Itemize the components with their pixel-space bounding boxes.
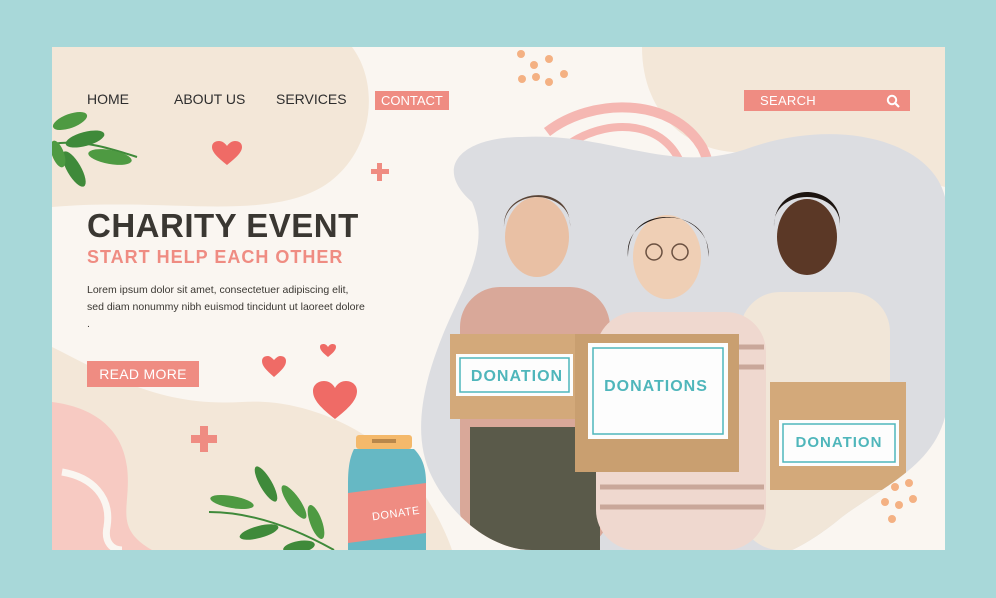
hero-title: CHARITY EVENT <box>87 207 359 244</box>
box-label-center: DONATIONS <box>604 378 708 395</box>
read-more-button[interactable]: READ MORE <box>87 361 199 387</box>
search-icon[interactable] <box>886 94 900 108</box>
nav-home[interactable]: HOME <box>87 91 129 107</box>
hero-subtitle: START HELP EACH OTHER <box>87 247 344 267</box>
search-label: SEARCH <box>760 93 816 108</box>
box-label-left: DONATION <box>471 368 563 385</box>
box-label-right: DONATION <box>796 434 883 451</box>
landing-page: DONATE DONATION DONATIONS DONATION HOME … <box>52 47 945 550</box>
nav-services[interactable]: SERVICES <box>276 91 347 107</box>
nav-about-us[interactable]: ABOUT US <box>174 91 245 107</box>
hero-description: Lorem ipsum dolor sit amet, consectetuer… <box>87 284 365 330</box>
donation-box-center <box>575 334 739 472</box>
search-bar[interactable]: SEARCH <box>744 90 910 111</box>
nav-contact[interactable]: CONTACT <box>375 91 449 110</box>
